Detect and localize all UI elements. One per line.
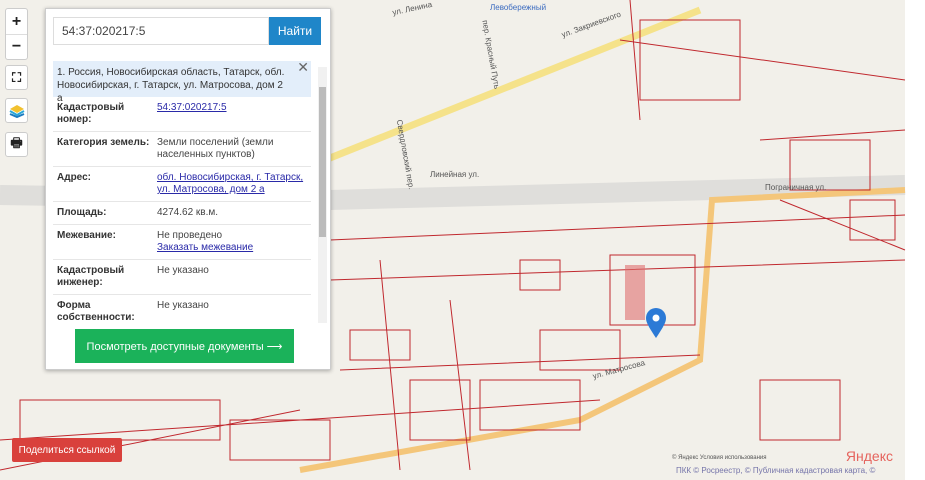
row-label: Категория земель: xyxy=(57,137,150,148)
info-row: Адрес: обл. Новосибирская, г. Татарск, ул… xyxy=(53,167,311,202)
info-row: Кадастровый номер: 54:37:020217:5 xyxy=(53,97,311,132)
info-row: Форма собственности: Не указано xyxy=(53,295,311,323)
zoom-control: + − xyxy=(5,8,28,60)
info-row: Межевание: Не проведено Заказать межевание xyxy=(53,225,311,260)
row-label: Кадастровый инженер: xyxy=(57,265,125,288)
parcel-info: 1. Россия, Новосибирская область, Татарс… xyxy=(53,61,311,323)
layers-button[interactable] xyxy=(5,98,28,123)
row-value: Земли поселений (земли населенных пункто… xyxy=(157,137,274,160)
info-row: Кадастровый инженер: Не указано xyxy=(53,260,311,295)
find-button[interactable]: Найти xyxy=(269,17,321,45)
cadastral-info-panel: Найти 1. Россия, Новосибирская область, … xyxy=(45,8,331,370)
street-label: Линейная ул. xyxy=(430,170,480,179)
info-row: Категория земель: Земли поселений (земли … xyxy=(53,132,311,167)
copyright[interactable]: © Яндекс Условия использования xyxy=(672,455,767,461)
street-label: Пограничная ул. xyxy=(765,183,827,192)
share-link-button[interactable]: Поделиться ссылкой xyxy=(12,438,122,462)
zoom-in-button[interactable]: + xyxy=(6,10,27,34)
scrollbar[interactable] xyxy=(318,67,327,323)
layers-icon xyxy=(6,99,27,122)
row-label: Форма собственности: xyxy=(57,300,135,323)
row-label: Межевание: xyxy=(57,230,116,241)
cadastral-number-link[interactable]: 54:37:020217:5 xyxy=(157,102,227,113)
close-icon[interactable]: ✕ xyxy=(297,61,309,74)
district-label: Левобережный xyxy=(490,3,547,12)
fullscreen-icon: ⛶ xyxy=(11,69,22,85)
attribution: ПКК © Росреестр, © Публичная кадастровая… xyxy=(676,466,876,475)
print-button[interactable]: 🖶 xyxy=(5,132,28,157)
info-row: Площадь: 4274.62 кв.м. xyxy=(53,202,311,225)
row-label: Адрес: xyxy=(57,172,91,183)
parcel-header: 1. Россия, Новосибирская область, Татарс… xyxy=(53,61,311,104)
row-value: Не указано xyxy=(157,265,209,276)
fullscreen-button[interactable]: ⛶ xyxy=(5,65,28,90)
view-documents-button[interactable]: Посмотреть доступные документы ⟶ xyxy=(75,329,294,363)
cadastral-search-input[interactable] xyxy=(53,17,269,45)
zoom-out-button[interactable]: − xyxy=(6,34,27,58)
row-label: Площадь: xyxy=(57,207,107,218)
scrollbar-thumb[interactable] xyxy=(319,87,326,237)
address-link[interactable]: обл. Новосибирская, г. Татарск, ул. Матр… xyxy=(157,172,303,195)
print-icon: 🖶 xyxy=(10,134,23,150)
row-value: Не проведено xyxy=(157,230,223,241)
row-value: Не указано xyxy=(157,300,209,311)
yandex-logo[interactable]: Яндекс xyxy=(846,448,893,464)
row-label: Кадастровый номер: xyxy=(57,102,125,125)
order-survey-link[interactable]: Заказать межевание xyxy=(157,242,253,253)
row-value: 4274.62 кв.м. xyxy=(157,207,219,218)
